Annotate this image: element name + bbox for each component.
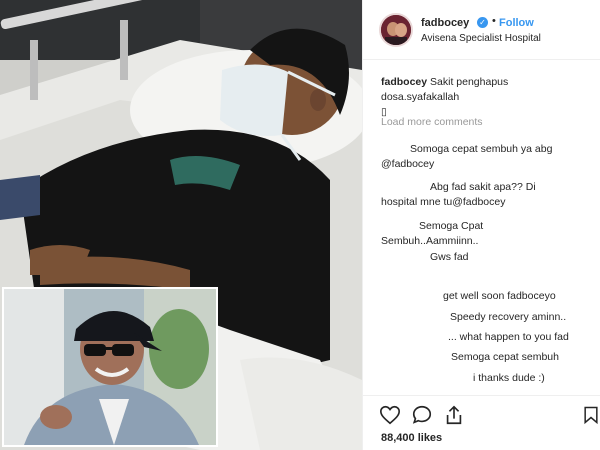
username-link[interactable]: fadbocey — [421, 17, 469, 29]
comment-text: Abg fad sakit apa?? Di — [430, 181, 536, 193]
portrait-man-sunglasses — [4, 289, 216, 445]
comment-text: ... what happen to you fad — [448, 331, 569, 343]
post-side-panel: fadbocey ✓ • Follow Avisena Specialist H… — [362, 0, 600, 450]
comment-text: Gws fad — [430, 251, 469, 263]
likes-count[interactable]: 88,400 likes — [381, 432, 442, 444]
comment-text: hospital mne tu@fadbocey — [381, 196, 506, 208]
inset-portrait — [2, 287, 218, 447]
comment-text: Speedy recovery aminn.. — [450, 311, 567, 323]
avatar[interactable] — [379, 13, 413, 47]
share-icon[interactable] — [443, 404, 465, 426]
comment-icon[interactable] — [411, 404, 433, 426]
comment-text: i thanks dude :) — [473, 372, 545, 384]
location-link[interactable]: Avisena Specialist Hospital — [421, 33, 541, 44]
post-header: fadbocey ✓ • Follow Avisena Specialist H… — [363, 0, 600, 60]
load-more-comments-link[interactable]: Load more comments — [381, 116, 483, 128]
heart-icon[interactable] — [379, 404, 401, 426]
post-caption: fadbocey Sakit penghapus dosa.syafakalla… — [381, 75, 586, 120]
comment-mention[interactable]: @fadbocey — [381, 157, 434, 172]
verified-badge-icon: ✓ — [477, 17, 488, 28]
follow-button[interactable]: Follow — [499, 17, 534, 29]
comment-text: get well soon fadboceyo — [443, 290, 556, 302]
comment-text: Sembuh..Aammiinn.. — [381, 235, 479, 247]
post-actions-bar: 88,400 likes — [363, 395, 600, 450]
caption-username[interactable]: fadbocey — [381, 76, 427, 88]
avatar-image — [381, 15, 411, 45]
separator-dot: • — [492, 15, 496, 27]
comment-text: Semoga Cpat — [419, 220, 484, 232]
comment-text: Semoga cepat sembuh — [451, 351, 559, 363]
bookmark-icon[interactable] — [581, 404, 600, 426]
post-photo — [0, 0, 362, 450]
comment-text: Somoga cepat sembuh ya abg — [410, 143, 553, 155]
